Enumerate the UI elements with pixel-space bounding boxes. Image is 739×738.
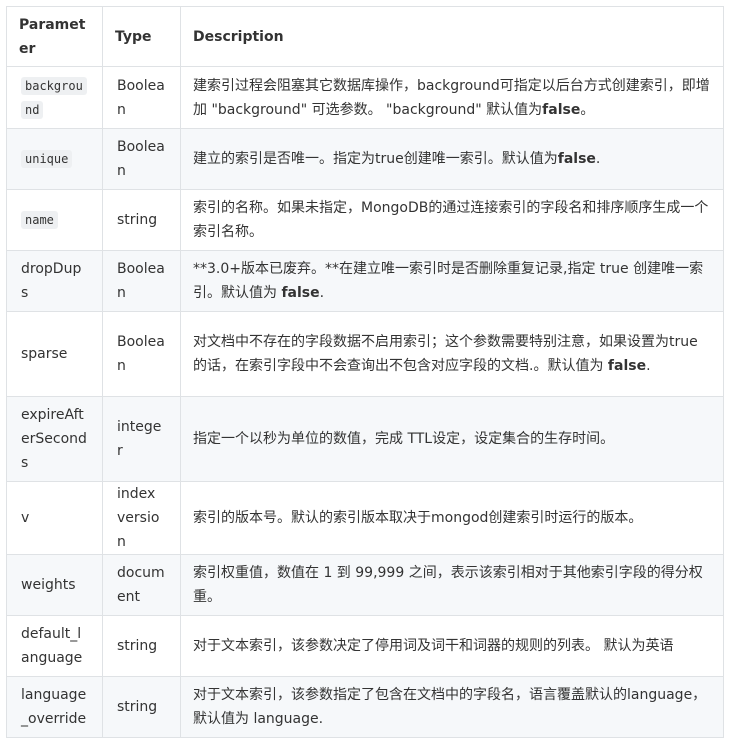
param-cell: name xyxy=(6,189,103,251)
header-type: Type xyxy=(102,6,181,67)
type-cell: Boolean xyxy=(102,311,181,397)
table-row: sparse Boolean 对文档中不存在的字段数据不启用索引；这个参数需要特… xyxy=(6,311,724,397)
description-cell: 索引的版本号。默认的索引版本取决于mongod创建索引时运行的版本。 xyxy=(180,481,724,555)
description-cell: 建立的索引是否唯一。指定为true创建唯一索引。默认值为false. xyxy=(180,128,724,190)
description-cell: 对于文本索引，该参数决定了停用词及词干和词器的规则的列表。 默认为英语 xyxy=(180,615,724,677)
param-cell: v xyxy=(6,481,103,555)
description-cell: **3.0+版本已废弃。**在建立唯一索引时是否删除重复记录,指定 true 创… xyxy=(180,250,724,312)
param-code: unique xyxy=(21,150,73,168)
table-row: unique Boolean 建立的索引是否唯一。指定为true创建唯一索引。默… xyxy=(6,128,724,190)
table-row: dropDups Boolean **3.0+版本已废弃。**在建立唯一索引时是… xyxy=(6,250,724,312)
table-row: default_language string 对于文本索引，该参数决定了停用词… xyxy=(6,615,724,677)
table-header-row: Parameter Type Description xyxy=(6,6,724,67)
type-cell: string xyxy=(102,189,181,251)
table-wrapper: Parameter Type Description background Bo… xyxy=(6,6,724,738)
default-value: false xyxy=(557,151,596,167)
description-suffix: 。 xyxy=(580,101,595,118)
default-value: false xyxy=(607,358,647,374)
table-row: v index version 索引的版本号。默认的索引版本取决于mongod创… xyxy=(6,481,724,555)
param-cell: default_language xyxy=(6,615,103,677)
param-cell: unique xyxy=(6,128,103,190)
param-cell: background xyxy=(6,66,103,129)
type-cell: Boolean xyxy=(102,250,181,312)
default-value: false xyxy=(281,285,320,301)
param-cell: language_override xyxy=(6,676,103,738)
param-code: name xyxy=(21,211,58,229)
type-cell: document xyxy=(102,554,181,616)
description-text: **3.0+版本已废弃。**在建立唯一索引时是否删除重复记录,指定 true 创… xyxy=(193,261,704,301)
type-cell: index version xyxy=(102,481,181,555)
table-row: weights document 索引权重值，数值在 1 到 99,999 之间… xyxy=(6,554,724,616)
description-cell: 建索引过程会阻塞其它数据库操作，background可指定以后台方式创建索引，即… xyxy=(180,66,724,129)
default-value: false xyxy=(542,101,581,118)
description-suffix: . xyxy=(595,151,601,167)
type-cell: Boolean xyxy=(102,66,181,129)
header-parameter: Parameter xyxy=(6,6,103,67)
type-cell: integer xyxy=(102,396,181,482)
description-cell: 索引权重值，数值在 1 到 99,999 之间，表示该索引相对于其他索引字段的得… xyxy=(180,554,724,616)
description-suffix: . xyxy=(646,358,651,374)
type-cell: Boolean xyxy=(102,128,181,190)
table-row: expireAfterSeconds integer 指定一个以秒为单位的数值，… xyxy=(6,396,724,482)
param-cell: dropDups xyxy=(6,250,103,312)
type-cell: string xyxy=(102,676,181,738)
param-cell: expireAfterSeconds xyxy=(6,396,103,482)
header-description: Description xyxy=(180,6,724,67)
table-row: background Boolean 建索引过程会阻塞其它数据库操作，backg… xyxy=(6,66,724,129)
description-suffix: . xyxy=(319,285,325,301)
description-text: 建立的索引是否唯一。指定为true创建唯一索引。默认值为 xyxy=(193,151,558,167)
description-cell: 索引的名称。如果未指定，MongoDB的通过连接索引的字段名和排序顺序生成一个索… xyxy=(180,189,724,251)
type-cell: string xyxy=(102,615,181,677)
param-cell: sparse xyxy=(6,311,103,397)
description-cell: 对于文本索引，该参数指定了包含在文档中的字段名，语言覆盖默认的language，… xyxy=(180,676,724,738)
param-code: background xyxy=(21,76,87,119)
parameter-table: Parameter Type Description background Bo… xyxy=(6,6,724,738)
param-cell: weights xyxy=(6,554,103,616)
table-row: language_override string 对于文本索引，该参数指定了包含… xyxy=(6,676,724,738)
table-row: name string 索引的名称。如果未指定，MongoDB的通过连接索引的字… xyxy=(6,189,724,251)
description-cell: 对文档中不存在的字段数据不启用索引；这个参数需要特别注意，如果设置为true的话… xyxy=(180,311,724,397)
description-text: 建索引过程会阻塞其它数据库操作，background可指定以后台方式创建索引，即… xyxy=(193,77,710,118)
description-cell: 指定一个以秒为单位的数值，完成 TTL设定，设定集合的生存时间。 xyxy=(180,396,724,482)
